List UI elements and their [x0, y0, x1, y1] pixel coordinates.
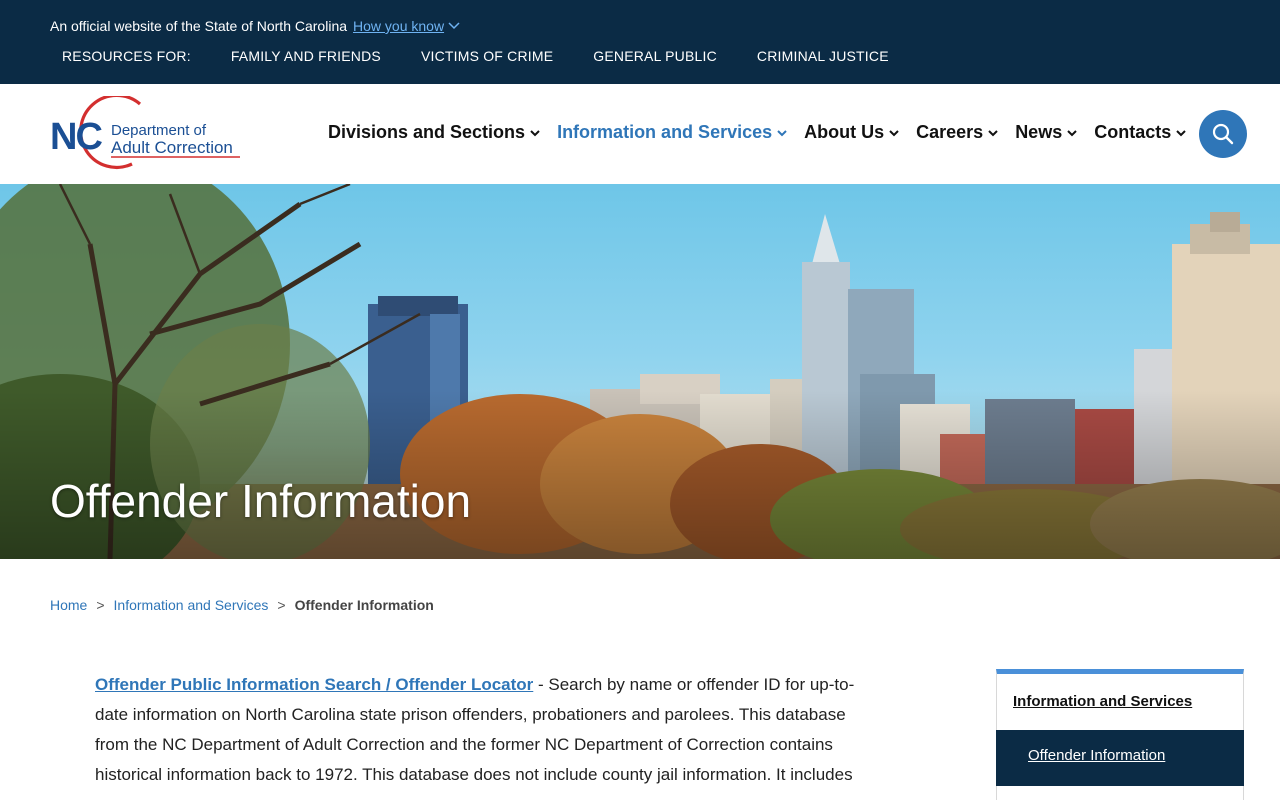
search-button[interactable] — [1199, 110, 1247, 158]
nav-label: Information and Services — [557, 122, 773, 142]
main-nav: Divisions and Sections Information and S… — [328, 122, 1203, 143]
chevron-down-icon — [988, 129, 998, 136]
chevron-down-icon — [1067, 129, 1077, 136]
nav-label: About Us — [804, 122, 885, 142]
breadcrumb-information-and-services[interactable]: Information and Services — [114, 597, 269, 613]
breadcrumb-home[interactable]: Home — [50, 597, 87, 613]
sidenav-information-and-services[interactable]: Information and Services — [997, 674, 1243, 730]
resource-victims-of-crime[interactable]: VICTIMS OF CRIME — [421, 48, 553, 64]
site-header: NC Department of Adult Correction Divisi… — [0, 84, 1280, 184]
nav-label: Careers — [916, 122, 984, 142]
official-banner: An official website of the State of Nort… — [0, 0, 1280, 84]
how-you-know-link[interactable]: How you know — [353, 18, 460, 34]
nav-divisions-and-sections[interactable]: Divisions and Sections — [328, 122, 541, 143]
sidenav-offender-information[interactable]: Offender Information — [996, 730, 1244, 786]
nav-about-us[interactable]: About Us — [804, 122, 900, 143]
search-icon — [1212, 123, 1234, 145]
logo-line2: Adult Correction — [111, 138, 233, 157]
resources-label: RESOURCES FOR: — [62, 48, 191, 64]
chevron-down-icon — [530, 129, 540, 136]
main-content: Offender Public Information Search / Off… — [95, 670, 870, 790]
resource-general-public[interactable]: GENERAL PUBLIC — [593, 48, 717, 64]
breadcrumb-current: Offender Information — [294, 597, 434, 613]
logo-line1: Department of — [111, 122, 207, 139]
hero-banner: Offender Information — [0, 184, 1280, 559]
nav-label: Divisions and Sections — [328, 122, 526, 142]
nav-news[interactable]: News — [1015, 122, 1078, 143]
page-title: Offender Information — [50, 475, 472, 527]
how-you-know-label: How you know — [353, 18, 445, 34]
offender-search-link[interactable]: Offender Public Information Search / Off… — [95, 675, 533, 694]
link-dash: - — [533, 675, 549, 694]
nav-careers[interactable]: Careers — [916, 122, 999, 143]
resource-criminal-justice[interactable]: CRIMINAL JUSTICE — [757, 48, 889, 64]
resource-family-and-friends[interactable]: FAMILY AND FRIENDS — [231, 48, 381, 64]
chevron-down-icon — [1176, 129, 1186, 136]
breadcrumb-separator: > — [277, 597, 286, 613]
nav-contacts[interactable]: Contacts — [1094, 122, 1187, 143]
chevron-down-icon — [889, 129, 899, 136]
nav-label: News — [1015, 122, 1063, 142]
nav-information-and-services[interactable]: Information and Services — [557, 122, 788, 143]
logo-abbr: NC — [50, 116, 102, 158]
official-text: An official website of the State of Nort… — [50, 18, 348, 34]
resources-bar: RESOURCES FOR: FAMILY AND FRIENDS VICTIM… — [62, 48, 929, 64]
side-nav: Information and Services Offender Inform… — [996, 669, 1244, 800]
official-notice: An official website of the State of Nort… — [50, 18, 460, 34]
breadcrumb-separator: > — [96, 597, 105, 613]
nav-label: Contacts — [1094, 122, 1172, 142]
site-logo[interactable]: NC Department of Adult Correction — [50, 96, 250, 172]
breadcrumb: Home > Information and Services > Offend… — [50, 597, 434, 613]
chevron-down-icon — [448, 22, 460, 30]
chevron-down-icon — [777, 129, 787, 136]
